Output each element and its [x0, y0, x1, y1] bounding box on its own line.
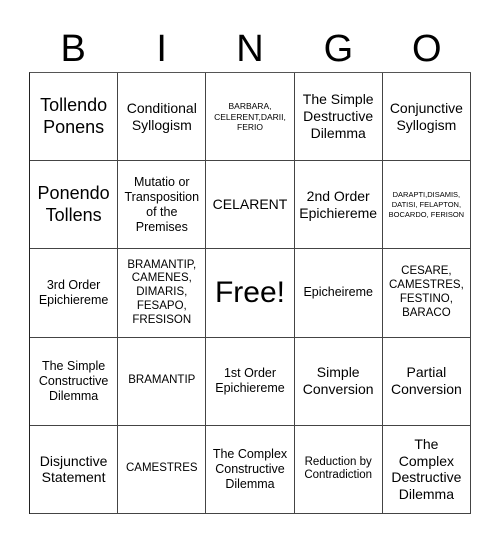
header-letter-b: B	[60, 28, 86, 70]
bingo-cell[interactable]: The Simple Destructive Dilemma	[294, 73, 383, 162]
bingo-cell[interactable]: CESARE, CAMESTRES, FESTINO, BARACO	[382, 249, 471, 338]
bingo-cell[interactable]: 1st Order Epichiereme	[206, 337, 295, 426]
bingo-cell[interactable]: Tollendo Ponens	[30, 73, 119, 162]
bingo-cell[interactable]: Conjunctive Syllogism	[382, 73, 471, 162]
header-letter-g: G	[323, 28, 354, 70]
bingo-cell[interactable]: BARBARA, CELERENT,DARII, FERIO	[206, 73, 295, 162]
bingo-cell[interactable]: CELARENT	[206, 161, 295, 250]
bingo-cell[interactable]: Partial Conversion	[382, 337, 471, 426]
bingo-cell[interactable]: Ponendo Tollens	[30, 161, 119, 250]
bingo-cell[interactable]: DARAPTI,DISAMIS, DATISI, FELAPTON, BOCAR…	[382, 161, 471, 250]
bingo-grid: Tollendo Ponens Conditional Syllogism BA…	[29, 72, 471, 514]
bingo-header: B I N G O	[29, 26, 471, 72]
bingo-cell[interactable]: The Simple Constructive Dilemma	[30, 337, 119, 426]
bingo-cell[interactable]: Conditional Syllogism	[118, 73, 207, 162]
bingo-cell[interactable]: Disjunctive Statement	[30, 425, 119, 514]
bingo-cell[interactable]: Reduction by Contradiction	[294, 425, 383, 514]
bingo-cell[interactable]: BRAMANTIP, CAMENES, DIMARIS, FESAPO, FRE…	[118, 249, 207, 338]
bingo-cell[interactable]: The Complex Destructive Dilemma	[382, 425, 471, 514]
header-letter-i: I	[156, 28, 167, 70]
bingo-cell[interactable]: Mutatio or Transposition of the Premises	[118, 161, 207, 250]
header-letter-n: N	[236, 28, 264, 70]
bingo-cell[interactable]: CAMESTRES	[118, 425, 207, 514]
bingo-cell[interactable]: 2nd Order Epichiereme	[294, 161, 383, 250]
bingo-cell[interactable]: Simple Conversion	[294, 337, 383, 426]
bingo-cell[interactable]: 3rd Order Epichiereme	[30, 249, 119, 338]
free-space[interactable]: Free!	[206, 249, 295, 338]
bingo-cell[interactable]: The Complex Constructive Dilemma	[206, 425, 295, 514]
bingo-cell[interactable]: BRAMANTIP	[118, 337, 207, 426]
header-letter-o: O	[412, 28, 442, 70]
bingo-cell[interactable]: Epicheireme	[294, 249, 383, 338]
